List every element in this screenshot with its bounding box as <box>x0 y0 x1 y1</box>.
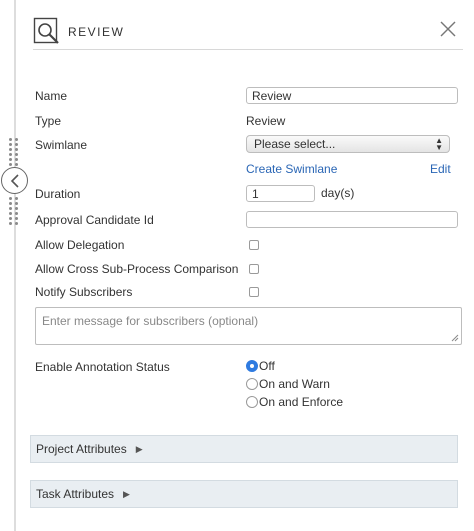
left-rail <box>14 0 16 531</box>
radio-enforce[interactable] <box>246 396 258 408</box>
drag-handle-top[interactable] <box>9 138 19 166</box>
create-swimlane-link[interactable]: Create Swimlane <box>246 162 337 176</box>
name-label: Name <box>35 89 68 103</box>
swimlane-select[interactable]: Please select... ▲ ▼ <box>246 135 450 153</box>
drag-handle-bottom[interactable] <box>9 197 19 225</box>
approval-candidate-label: Approval Candidate Id <box>35 213 154 227</box>
panel-header: REVIEW <box>33 17 463 50</box>
approval-candidate-input[interactable] <box>246 211 458 228</box>
annotation-option-warn[interactable]: On and Warn <box>246 377 330 391</box>
annotation-option-enforce[interactable]: On and Enforce <box>246 395 343 409</box>
swimlane-selected-value: Please select... <box>254 137 336 151</box>
allow-cross-label: Allow Cross Sub-Process Comparison <box>35 262 239 276</box>
annotation-status-label: Enable Annotation Status <box>35 360 170 374</box>
annotation-option-off-label: Off <box>259 359 275 373</box>
duration-input[interactable] <box>246 185 315 202</box>
expand-triangle-icon: ▶ <box>123 488 130 499</box>
review-search-icon <box>33 17 59 44</box>
duration-label: Duration <box>35 187 81 201</box>
allow-delegation-label: Allow Delegation <box>35 238 125 252</box>
select-arrows-icon: ▲ ▼ <box>435 136 443 152</box>
chevron-left-icon <box>10 173 19 188</box>
type-label: Type <box>35 114 62 128</box>
resize-grip-icon[interactable] <box>451 334 459 342</box>
name-input[interactable] <box>246 87 458 104</box>
duration-unit: day(s) <box>321 186 355 200</box>
annotation-option-warn-label: On and Warn <box>259 377 330 391</box>
allow-delegation-checkbox[interactable] <box>249 240 259 250</box>
notify-subscribers-label: Notify Subscribers <box>35 285 133 299</box>
subscriber-message-textarea[interactable]: Enter message for subscribers (optional) <box>35 307 462 345</box>
task-attributes-title: Task Attributes <box>36 487 115 501</box>
task-attributes-section[interactable]: Task Attributes ▶ <box>30 480 458 508</box>
edit-swimlane-link[interactable]: Edit <box>430 162 451 176</box>
swimlane-label: Swimlane <box>35 138 88 152</box>
close-icon[interactable] <box>439 20 457 38</box>
radio-warn[interactable] <box>246 378 258 390</box>
project-attributes-section[interactable]: Project Attributes ▶ <box>30 435 458 463</box>
type-value: Review <box>246 114 286 128</box>
annotation-option-enforce-label: On and Enforce <box>259 395 344 409</box>
collapse-panel-button[interactable] <box>1 167 28 194</box>
radio-off[interactable] <box>246 360 258 372</box>
expand-triangle-icon: ▶ <box>135 443 143 454</box>
subscriber-message-placeholder: Enter message for subscribers (optional) <box>42 314 259 328</box>
allow-cross-checkbox[interactable] <box>249 264 259 274</box>
notify-subscribers-checkbox[interactable] <box>249 287 259 297</box>
annotation-option-off[interactable]: Off <box>246 359 275 373</box>
project-attributes-title: Project Attributes <box>36 442 127 456</box>
panel-title: REVIEW <box>68 25 125 39</box>
